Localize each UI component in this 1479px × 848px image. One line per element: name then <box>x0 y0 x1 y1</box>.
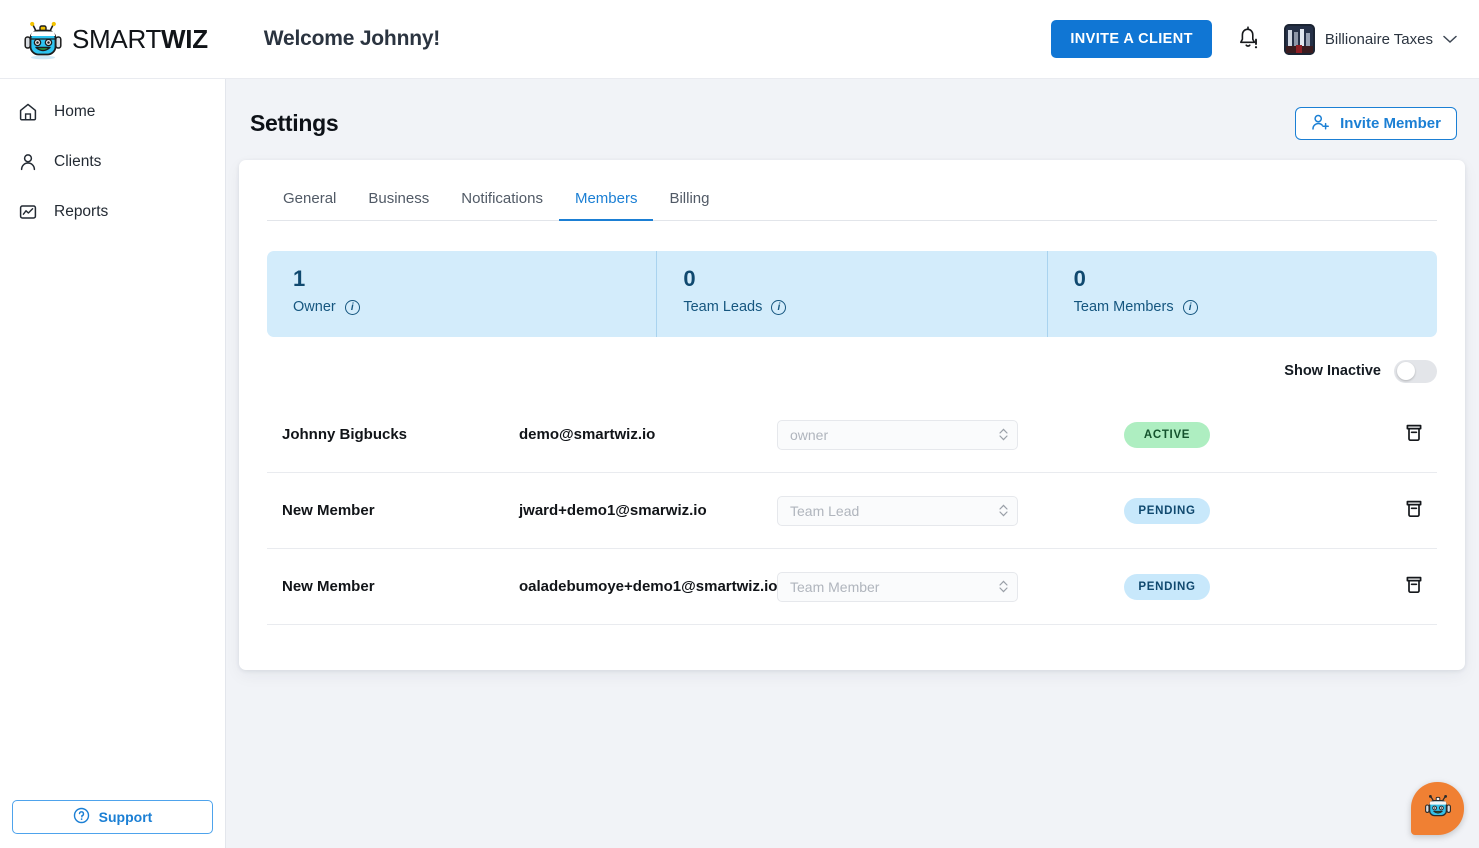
top-bar: SMARTWIZ Welcome Johnny! INVITE A CLIENT <box>0 0 1479 79</box>
members-toolbar: Show Inactive <box>267 355 1437 387</box>
tab-billing[interactable]: Billing <box>653 176 725 221</box>
member-status-cell: PENDING <box>1047 497 1287 524</box>
stat-value: 1 <box>293 266 306 291</box>
table-row: Johnny Bigbucks demo@smartwiz.io owner A… <box>267 397 1437 473</box>
tab-notifications[interactable]: Notifications <box>445 176 559 221</box>
page-title: Settings <box>250 110 339 136</box>
question-circle-icon <box>73 807 90 827</box>
member-email: jward+demo1@smarwiz.io <box>519 502 707 519</box>
home-icon <box>17 101 39 123</box>
stat-team-members: 0 Team Members i <box>1046 251 1437 337</box>
sidebar-item-clients[interactable]: Clients <box>0 141 225 183</box>
app-root: SMARTWIZ Welcome Johnny! INVITE A CLIENT <box>0 0 1479 848</box>
role-select-value: Team Lead <box>790 502 860 519</box>
show-inactive-label: Show Inactive <box>1284 363 1381 379</box>
page-header: Settings Invite Member <box>226 79 1479 160</box>
delete-member-button[interactable] <box>1404 498 1437 524</box>
robot-icon <box>22 17 64 61</box>
table-row: New Member oaladebumoye+demo1@smartwiz.i… <box>267 549 1437 625</box>
welcome-message: Welcome Johnny! <box>263 27 441 50</box>
member-role-cell: owner <box>777 419 1047 450</box>
invite-a-client-button[interactable]: INVITE A CLIENT <box>1051 20 1212 58</box>
table-row: New Member jward+demo1@smarwiz.io Team L… <box>267 473 1437 549</box>
logo-wordmark: SMARTWIZ <box>72 24 208 55</box>
profile-menu[interactable]: Billionaire Taxes <box>1283 23 1457 55</box>
logo-text-bold: WIZ <box>161 23 208 54</box>
sidebar-item-label: Clients <box>54 153 102 170</box>
robot-chat-icon <box>1424 792 1452 825</box>
status-badge: PENDING <box>1124 573 1210 600</box>
chat-launcher-button[interactable] <box>1411 782 1464 835</box>
settings-card: General Business Notifications Members B… <box>239 160 1465 670</box>
member-email: oaladebumoye+demo1@smartwiz.io <box>519 578 778 595</box>
top-bar-actions: INVITE A CLIENT Billionaire Taxes <box>1051 20 1457 58</box>
member-name: New Member <box>282 578 375 595</box>
tab-business[interactable]: Business <box>352 176 445 221</box>
stat-label: Owner <box>293 299 336 316</box>
support-button[interactable]: Support <box>12 800 213 834</box>
sidebar-item-reports[interactable]: Reports <box>0 191 225 233</box>
member-email: demo@smartwiz.io <box>519 426 656 443</box>
info-icon[interactable]: i <box>344 299 360 315</box>
tab-general[interactable]: General <box>267 176 352 221</box>
sidebar-item-label: Reports <box>54 203 109 220</box>
logo-text-light: SMART <box>72 23 162 54</box>
toggle-knob <box>1397 362 1415 380</box>
chevron-updown-icon <box>998 503 1009 518</box>
stat-value: 0 <box>1073 266 1086 291</box>
profile-name: Billionaire Taxes <box>1324 30 1433 48</box>
stat-label-row: Owner i <box>293 299 656 315</box>
tab-members[interactable]: Members <box>558 176 654 221</box>
chevron-updown-icon <box>998 579 1009 594</box>
app-body: Home Clients Reports Support Settings In… <box>0 79 1479 848</box>
members-table: Johnny Bigbucks demo@smartwiz.io owner A… <box>267 397 1437 625</box>
stat-team-leads: 0 Team Leads i <box>656 251 1046 337</box>
stat-owner: 1 Owner i <box>267 251 656 337</box>
person-add-icon <box>1311 113 1330 135</box>
status-badge: PENDING <box>1124 497 1210 524</box>
stat-value: 0 <box>683 266 696 291</box>
support-label: Support <box>98 809 153 825</box>
chevron-updown-icon <box>998 427 1009 442</box>
sidebar-item-label: Home <box>54 103 96 120</box>
chevron-down-icon <box>1443 31 1457 48</box>
invite-member-button[interactable]: Invite Member <box>1295 107 1457 140</box>
member-status-cell: ACTIVE <box>1047 421 1287 448</box>
member-name: Johnny Bigbucks <box>282 426 408 443</box>
info-icon[interactable]: i <box>1182 299 1198 315</box>
member-role-cell: Team Member <box>777 571 1047 602</box>
settings-tabs: General Business Notifications Members B… <box>267 160 1437 221</box>
avatar <box>1283 23 1315 55</box>
role-select[interactable]: owner <box>777 419 1018 450</box>
role-select-value: owner <box>790 426 829 443</box>
sidebar-item-home[interactable]: Home <box>0 91 225 133</box>
main-content: Settings Invite Member General Business … <box>226 79 1479 848</box>
member-status-cell: PENDING <box>1047 573 1287 600</box>
chart-box-icon <box>17 201 39 223</box>
person-icon <box>17 151 39 173</box>
delete-member-button[interactable] <box>1404 422 1437 448</box>
stat-label-row: Team Members i <box>1074 299 1437 315</box>
info-icon[interactable]: i <box>771 299 787 315</box>
member-role-cell: Team Lead <box>777 495 1047 526</box>
delete-member-button[interactable] <box>1404 574 1437 600</box>
role-select[interactable]: Team Member <box>777 571 1018 602</box>
bell-alert-icon[interactable] <box>1236 26 1260 52</box>
role-select[interactable]: Team Lead <box>777 495 1018 526</box>
show-inactive-toggle[interactable] <box>1394 359 1437 383</box>
sidebar: Home Clients Reports Support <box>0 79 226 848</box>
member-name: New Member <box>282 502 375 519</box>
status-badge: ACTIVE <box>1124 421 1210 448</box>
stat-label: Team Leads <box>683 299 763 316</box>
members-stats-bar: 1 Owner i 0 Team Leads i 0 Team Members … <box>267 251 1437 337</box>
app-logo[interactable]: SMARTWIZ <box>22 17 208 61</box>
stat-label: Team Members <box>1073 299 1174 316</box>
stat-label-row: Team Leads i <box>683 299 1046 315</box>
role-select-value: Team Member <box>790 578 880 595</box>
invite-member-label: Invite Member <box>1340 115 1441 132</box>
